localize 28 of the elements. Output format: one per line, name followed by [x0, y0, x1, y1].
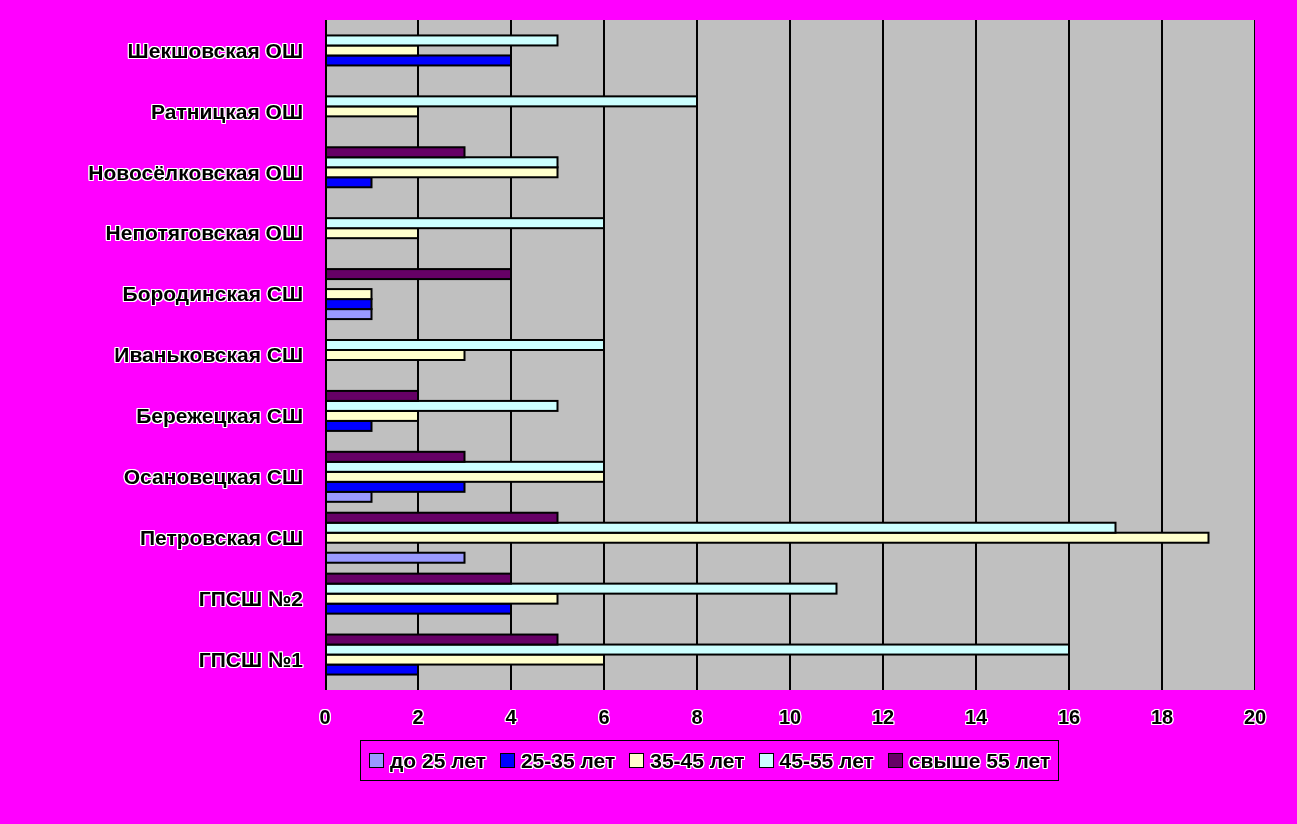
- category-label: Шекшовская ОШ: [127, 37, 303, 64]
- tick-label: 10: [778, 705, 802, 730]
- legend-label: свыше 55 лет: [908, 747, 1051, 774]
- category-label: Бородинская СШ: [122, 281, 303, 308]
- category-label: Петровская СШ: [139, 524, 303, 551]
- tick-label: 8: [691, 705, 703, 730]
- category-label: Новосёлковская ОШ: [88, 159, 303, 186]
- tick-label: 4: [505, 705, 517, 730]
- category-label: ГПСШ №2: [198, 585, 303, 612]
- category-label: Осановецкая СШ: [123, 464, 303, 491]
- tick-label: 20: [1243, 705, 1267, 730]
- tick-label: 18: [1150, 705, 1174, 730]
- tick-label: 16: [1057, 705, 1081, 730]
- category-label: ГПСШ №1: [198, 646, 303, 673]
- category-label: Непотяговская ОШ: [105, 220, 303, 247]
- legend-label: 35-45 лет: [650, 747, 745, 774]
- legend-label: до 25 лет: [390, 747, 486, 774]
- category-label: Иваньковская СШ: [114, 342, 303, 369]
- tick-label: 6: [598, 705, 610, 730]
- legend-label: 45-55 лет: [779, 747, 874, 774]
- category-label: Ратницкая ОШ: [151, 98, 303, 125]
- tick-label: 14: [964, 705, 988, 730]
- tick-label: 12: [871, 705, 895, 730]
- bar: [325, 288, 373, 301]
- legend-label: 25-35 лет: [520, 747, 616, 774]
- category-label: Бережецкая СШ: [136, 403, 303, 430]
- tick-label: 2: [412, 705, 424, 730]
- tick-label: 0: [319, 705, 331, 730]
